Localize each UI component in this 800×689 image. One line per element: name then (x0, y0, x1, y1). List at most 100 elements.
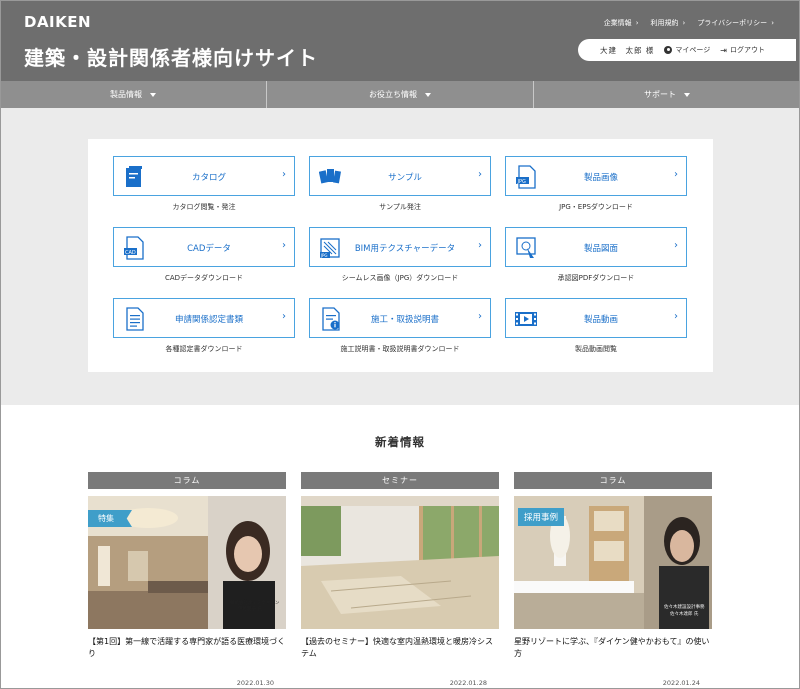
chevron-right-icon: › (282, 169, 286, 180)
jpg-file-icon: JPG (516, 165, 536, 189)
news-card[interactable]: コラム 佐々木建設設計事務 佐々木達郎 氏 採用事例 星野リゾートに学ぶ、『ダイ… (514, 472, 712, 687)
tile-certification-docs[interactable]: 申請関係認定書類 › (113, 298, 295, 338)
card-image: 佐々木建設設計事務 佐々木達郎 氏 採用事例 (514, 496, 712, 629)
chevron-right-icon: › (771, 19, 774, 27)
photo-credit-text: 株式会社ネイスデザイン (230, 599, 280, 606)
caret-down-icon (150, 92, 156, 97)
news-card[interactable]: セミナー 【過去のセミナー】快適な室内温熱環境と暖房冷システム 2022.01.… (301, 472, 499, 687)
menu-section: カタログ › サンプル › JPG 製品画像 › カタログ閲覧・発注 サンプル発… (0, 108, 800, 405)
svg-text:伊藤慶子 氏: 伊藤慶子 氏 (238, 605, 262, 612)
chevron-right-icon: › (478, 169, 482, 180)
tile-caption: 製品動画閲覧 (575, 345, 617, 353)
user-name: 大建 太郎 様 (600, 45, 655, 55)
tile-caption: CADデータダウンロード (164, 274, 244, 282)
logout-icon: ⇥ (720, 45, 727, 55)
tile-caption: 承認図PDFダウンロード (557, 274, 635, 282)
site-header: DAIKEN 建築・設計関係者様向けサイト 企業情報 › 利用規約 › プライバシー… (0, 0, 800, 81)
caret-down-icon (425, 92, 431, 97)
nav-label: お役立ち情報 (369, 90, 417, 99)
tile-label: 製品図面 (583, 244, 618, 254)
card-category: セミナー (301, 472, 499, 489)
top-link-label: 利用規約 (650, 19, 679, 27)
card-badge: 採用事例 (518, 508, 565, 526)
mypage-link[interactable]: マイページ (664, 45, 710, 55)
chevron-right-icon: › (282, 240, 286, 251)
card-title[interactable]: 【第1回】第一線で活躍する専門家が語る医療環境づくり (88, 636, 286, 662)
nav-label: 製品情報 (110, 90, 142, 99)
tile-caption: シームレス画像（JPG）ダウンロード (341, 274, 459, 282)
tile-caption: サンプル発注 (379, 203, 421, 211)
menu-panel: カタログ › サンプル › JPG 製品画像 › カタログ閲覧・発注 サンプル発… (88, 139, 713, 372)
card-date: 2022.01.30 (236, 679, 274, 687)
tile-bim-texture[interactable]: JPG BIM用テクスチャーデータ › (309, 227, 491, 267)
svg-text:JPG: JPG (320, 253, 328, 258)
daiken-logo[interactable]: DAIKEN (24, 13, 91, 31)
catalog-icon (126, 166, 142, 187)
nav-support[interactable]: サポート (534, 81, 800, 108)
mypage-label: マイページ (675, 46, 711, 54)
tile-caption: カタログ閲覧・発注 (172, 203, 236, 211)
nav-products[interactable]: 製品情報 (0, 81, 267, 108)
nav-useful-info[interactable]: お役立ち情報 (267, 81, 534, 108)
chevron-right-icon: › (282, 311, 286, 322)
user-icon (664, 46, 673, 54)
main-nav: 製品情報 お役立ち情報 サポート (0, 81, 800, 108)
top-link-company[interactable]: 企業情報 › (604, 18, 639, 28)
document-icon (126, 307, 144, 331)
tile-sample[interactable]: サンプル › (309, 156, 491, 196)
tile-label: カタログ (191, 173, 226, 183)
tile-catalog[interactable]: カタログ › (113, 156, 295, 196)
photo-credit-text: 佐々木建設設計事務 (664, 603, 705, 610)
tile-caption: JPG・EPSダウンロード (559, 203, 633, 211)
tile-caption: 施工説明書・取扱説明書ダウンロード (340, 345, 460, 353)
tile-cad-data[interactable]: CAD CADデータ › (113, 227, 295, 267)
chevron-right-icon: › (635, 19, 639, 27)
manual-icon (322, 307, 340, 331)
svg-text:JPG: JPG (517, 179, 526, 185)
tile-label: 施工・取扱説明書 (370, 315, 439, 325)
svg-text:CAD: CAD (125, 250, 136, 256)
sample-icon (319, 169, 341, 184)
card-image (301, 496, 499, 629)
card-date: 2022.01.28 (449, 679, 487, 687)
tile-product-images[interactable]: JPG 製品画像 › (505, 156, 687, 196)
logout-label: ログアウト (729, 46, 765, 54)
tile-product-drawings[interactable]: 製品図面 › (505, 227, 687, 267)
tile-label: BIM用テクスチャーデータ (354, 244, 456, 254)
site-title: 建築・設計関係者様向けサイト (24, 46, 318, 70)
nav-label: サポート (644, 90, 676, 99)
user-box: 大建 太郎 様 マイページ ⇥ ログアウト (578, 39, 796, 61)
tile-label: サンプル (388, 173, 422, 183)
chevron-right-icon: › (478, 311, 482, 322)
card-image: 株式会社ネイスデザイン 伊藤慶子 氏 特集 (88, 496, 286, 629)
chevron-right-icon: › (674, 240, 678, 251)
video-icon (515, 312, 537, 326)
tile-label: 製品画像 (583, 173, 618, 183)
logout-link[interactable]: ⇥ ログアウト (720, 45, 765, 55)
chevron-right-icon: › (682, 19, 686, 27)
tile-installation-manuals[interactable]: 施工・取扱説明書 › (309, 298, 491, 338)
card-title[interactable]: 星野リゾートに学ぶ、『ダイケン健やかおもて』の使い方 (514, 636, 712, 662)
top-link-label: プライバシーポリシー (697, 19, 768, 27)
card-title[interactable]: 【過去のセミナー】快適な室内温熱環境と暖房冷システム (301, 636, 499, 662)
drawing-icon (516, 237, 536, 258)
tile-product-videos[interactable]: 製品動画 › (505, 298, 687, 338)
card-category: コラム (88, 472, 286, 489)
tile-label: CADデータ (187, 244, 231, 254)
tile-label: 製品動画 (583, 315, 618, 325)
news-card[interactable]: コラム 株式会社ネイスデザイン 伊藤慶子 氏 特集 【第1回】第一線で活躍する専… (88, 472, 286, 687)
top-link-terms[interactable]: 利用規約 › (651, 18, 686, 28)
card-badge: 特集 (88, 510, 132, 527)
tile-label: 申請関係認定書類 (174, 315, 243, 325)
tile-caption: 各種認定書ダウンロード (165, 345, 243, 353)
news-title: 新着情報 (375, 435, 425, 449)
card-category: コラム (514, 472, 712, 489)
top-links: 企業情報 › 利用規約 › プライバシーポリシー › (604, 18, 774, 28)
caret-down-icon (684, 92, 690, 97)
top-link-privacy[interactable]: プライバシーポリシー › (697, 18, 774, 28)
texture-icon: JPG (320, 238, 340, 258)
cad-file-icon: CAD (124, 236, 144, 260)
card-date: 2022.01.24 (662, 679, 700, 687)
chevron-right-icon: › (674, 311, 678, 322)
room-photo (301, 496, 499, 629)
